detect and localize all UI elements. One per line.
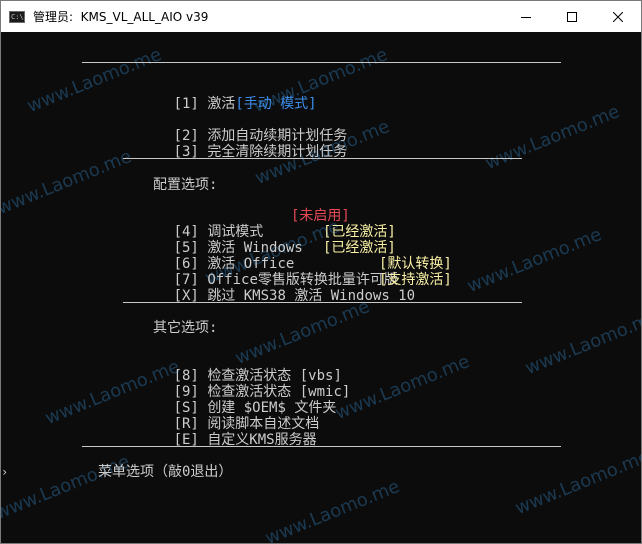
menu-key: [1] xyxy=(173,96,199,112)
prompt-caret-icon: › xyxy=(1,465,9,479)
separator-config xyxy=(123,158,522,159)
watermark: www.Laomo.me xyxy=(482,101,623,174)
watermark: www.Laomo.me xyxy=(512,446,642,519)
minimize-icon xyxy=(521,16,531,18)
close-button[interactable] xyxy=(595,1,641,32)
cmd-app-icon: C:\ xyxy=(9,10,25,23)
maximize-icon xyxy=(567,11,577,22)
watermark: www.Laomo.me xyxy=(262,476,403,544)
office-convert-status: [默认转换] xyxy=(379,256,452,272)
config-section-header: 配置选项: xyxy=(153,177,218,193)
watermark: www.Laomo.me xyxy=(522,306,642,379)
menu-item-skip-kms38[interactable]: [X] 跳过 KMS38 激活 Windows 10 xyxy=(123,272,415,320)
menu-label: 激活 xyxy=(207,96,236,112)
separator-top xyxy=(82,62,561,63)
watermark: www.Laomo.me xyxy=(0,451,133,524)
separator-bottom xyxy=(82,446,561,447)
activation-mode-badge: [手动 模式] xyxy=(235,96,317,112)
console-body: www.Laomo.me www.Laomo.me www.Laomo.me w… xyxy=(0,32,642,544)
debug-status: [未启用] xyxy=(291,208,350,224)
menu-item-remove-task[interactable]: [3] 完全清除续期计划任务 xyxy=(123,128,348,176)
window-controls xyxy=(503,1,641,32)
watermark: www.Laomo.me xyxy=(464,224,605,297)
office-status: [已经激活] xyxy=(323,240,396,256)
separator-other xyxy=(123,302,522,303)
watermark: www.Laomo.me xyxy=(332,351,473,424)
minimize-button[interactable] xyxy=(503,1,549,32)
menu-prompt[interactable]: 菜单选项（敲0退出） xyxy=(98,464,232,480)
maximize-button[interactable] xyxy=(549,1,595,32)
other-section-header: 其它选项: xyxy=(153,320,218,336)
watermark: www.Laomo.me xyxy=(0,146,135,219)
window-title: 管理员: KMS_VL_ALL_AIO v39 xyxy=(33,10,209,24)
menu-item-custom-kms[interactable]: [E] 自定义KMS服务器 xyxy=(123,416,317,464)
windows-status: [已经激活] xyxy=(323,224,396,240)
close-icon xyxy=(613,11,623,22)
title-bar: C:\ 管理员: KMS_VL_ALL_AIO v39 xyxy=(1,1,641,32)
skip-kms38-status: [支持激活] xyxy=(379,272,452,288)
console-window: C:\ 管理员: KMS_VL_ALL_AIO v39 www.Laomo.me… xyxy=(0,0,642,544)
